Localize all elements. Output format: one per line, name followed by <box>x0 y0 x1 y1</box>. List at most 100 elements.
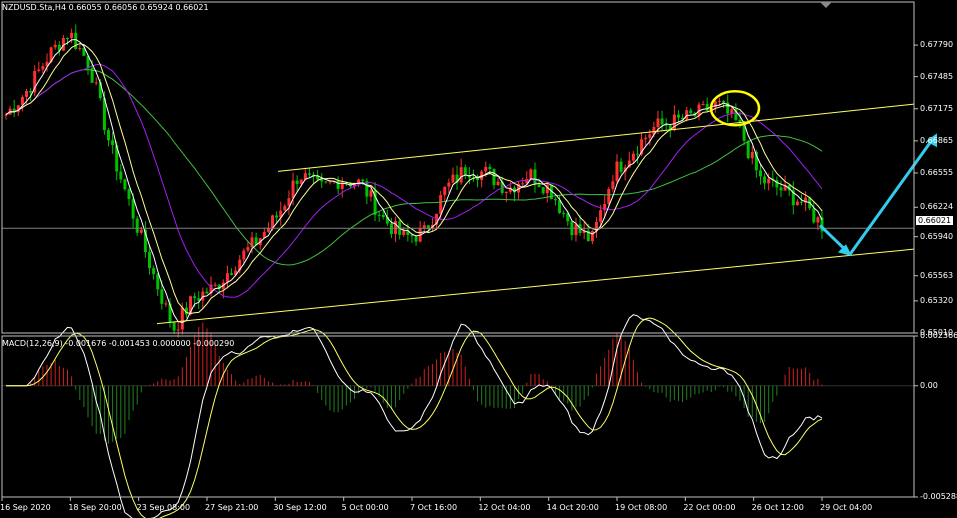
candle-body <box>795 201 799 206</box>
candle-body <box>172 322 176 331</box>
price-tick-label: 0.66555 <box>920 167 954 177</box>
channel-upper-line <box>277 103 915 172</box>
time-tick-label: 18 Sep 20:00 <box>68 503 122 512</box>
candle-body <box>504 191 508 193</box>
candle-body <box>529 169 533 180</box>
candle-body <box>631 153 635 161</box>
ma-fast-line <box>5 38 823 324</box>
candle-body <box>66 38 70 40</box>
candle-body <box>541 187 545 194</box>
candle-body <box>611 181 615 189</box>
candle-body <box>767 178 771 184</box>
candle-body <box>381 214 385 218</box>
current-price-label: 0.66021 <box>916 216 954 225</box>
price-tick-label: 0.67175 <box>920 103 954 113</box>
candle-body <box>779 187 783 191</box>
candle-body <box>25 91 29 97</box>
macd-header: MACD(12,26,9) -0.001676 -0.001453 0.0000… <box>2 339 235 348</box>
candle-body <box>484 166 488 172</box>
candle-body <box>291 180 295 199</box>
symbol-header: NZDUSD.Sta,H4 0.66055 0.66056 0.65924 0.… <box>2 3 209 12</box>
candle-body <box>307 173 311 175</box>
price-tick-label: 0.67790 <box>920 40 954 50</box>
candle-body <box>180 307 184 330</box>
candle-body <box>176 329 180 331</box>
candle-body <box>443 186 447 196</box>
candle-body <box>111 140 115 146</box>
candle-body <box>619 161 623 172</box>
candle-body <box>37 69 41 71</box>
time-tick-label: 14 Oct 20:00 <box>546 503 599 512</box>
candle-body <box>414 236 418 242</box>
price-pane[interactable] <box>2 24 937 338</box>
candle-body <box>722 100 726 103</box>
candle-body <box>660 118 664 125</box>
candle-body <box>537 184 541 188</box>
candle-body <box>816 217 820 223</box>
macd-signal-line <box>6 317 823 518</box>
time-tick-label: 16 Sep 2020 <box>0 503 51 512</box>
candle-body <box>635 153 639 155</box>
price-tick-label: 0.65320 <box>920 295 954 305</box>
time-tick-label: 30 Sep 12:00 <box>273 503 327 512</box>
macd-tick-label: 0.00 <box>920 380 938 390</box>
candle-body <box>365 181 369 197</box>
candle-body <box>521 183 525 185</box>
candle-body <box>135 218 139 233</box>
price-tick-label: 0.65940 <box>920 231 954 241</box>
candle-body <box>369 190 373 197</box>
candle-body <box>799 201 803 203</box>
price-tick-label: 0.65563 <box>920 270 954 280</box>
candle-body <box>648 134 652 138</box>
candle-body <box>4 114 8 116</box>
candle-body <box>553 199 557 201</box>
candle-body <box>463 167 467 176</box>
candle-body <box>29 91 33 93</box>
candle-body <box>53 44 57 48</box>
price-tick-label: 0.67485 <box>920 71 954 81</box>
candle-body <box>119 171 123 180</box>
candle-body <box>590 231 594 242</box>
candle-body <box>488 166 492 170</box>
trading-chart[interactable] <box>0 0 957 518</box>
candle-body <box>746 140 750 159</box>
candle-body <box>689 110 693 114</box>
candle-body <box>447 182 451 187</box>
candle-body <box>336 180 340 189</box>
candle-body <box>685 110 689 120</box>
candle-body <box>402 230 406 235</box>
candle-body <box>246 247 250 251</box>
candle-body <box>812 208 816 223</box>
candle-body <box>562 212 566 214</box>
candle-body <box>123 179 127 190</box>
candle-body <box>283 205 287 211</box>
candle-body <box>148 251 152 269</box>
candle-body <box>394 221 398 234</box>
candle-body <box>763 176 767 184</box>
candle-body <box>164 303 168 305</box>
candle-body <box>295 180 299 184</box>
candle-body <box>230 273 234 275</box>
candle-body <box>70 32 74 39</box>
candle-body <box>193 296 197 299</box>
ma-mid-line <box>5 43 823 315</box>
candle-body <box>701 103 705 105</box>
candle-body <box>156 274 160 290</box>
candle-body <box>94 82 98 84</box>
candle-body <box>213 284 217 286</box>
candle-body <box>127 189 131 200</box>
candle-body <box>131 199 135 219</box>
ma-slow-line <box>5 63 823 298</box>
candle-body <box>558 200 562 213</box>
price-tick-label: 0.66224 <box>920 202 954 212</box>
candle-body <box>607 188 611 204</box>
candle-body <box>271 215 275 228</box>
candle-body <box>205 291 209 294</box>
candle-body <box>377 214 381 216</box>
time-tick-label: 23 Sep 08:00 <box>136 503 191 512</box>
ma-long-line <box>5 69 823 266</box>
candle-body <box>422 225 426 229</box>
time-tick-label: 7 Oct 16:00 <box>410 503 458 512</box>
candle-body <box>160 289 164 304</box>
candle-body <box>328 181 332 183</box>
